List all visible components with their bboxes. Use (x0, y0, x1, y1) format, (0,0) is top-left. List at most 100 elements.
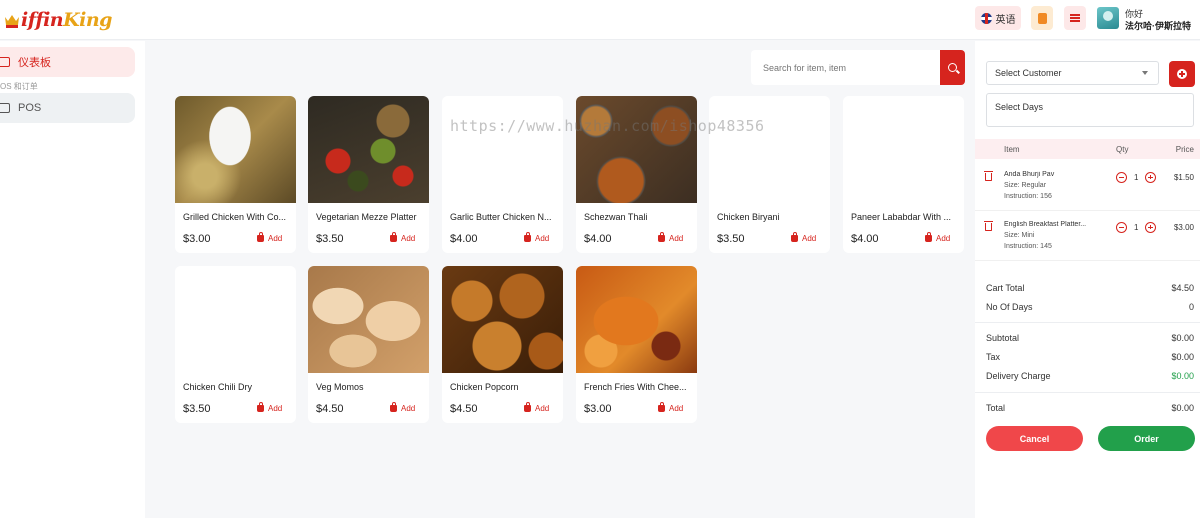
search-button[interactable] (940, 50, 965, 85)
product-name: Vegetarian Mezze Platter (316, 212, 417, 222)
watermark-text: https://www.huzhan.com/ishop48356 (450, 117, 765, 135)
language-button[interactable]: 英语 (975, 6, 1021, 30)
cart-table-header: Item Qty Price (975, 139, 1200, 159)
subtotal-line: Subtotal $0.00 (986, 333, 1194, 343)
product-image (843, 96, 964, 203)
product-name: Chicken Popcorn (450, 382, 519, 392)
basket-icon (390, 232, 397, 242)
cart-total-value: $4.50 (1171, 283, 1194, 293)
menu-button[interactable] (1064, 6, 1086, 30)
basket-icon (658, 232, 665, 242)
product-card[interactable]: Chicken Chili Dry $3.50 Add (175, 266, 296, 423)
days-count-value: 0 (1188, 302, 1194, 312)
product-image (442, 96, 563, 203)
cart-item-name: Anda Bhurji Pav (1004, 171, 1055, 178)
subtotal-value: $0.00 (1171, 333, 1194, 343)
basket-icon (658, 402, 665, 412)
product-name: Schezwan Thali (584, 212, 648, 222)
customer-select-value: Select Customer (995, 68, 1062, 78)
avatar[interactable] (1097, 7, 1119, 29)
order-button[interactable]: Order (1098, 426, 1195, 451)
product-name: Chicken Biryani (717, 212, 780, 222)
sidebar-item-pos[interactable]: POS (0, 93, 135, 123)
search-icon (948, 63, 957, 72)
increase-qty-button[interactable] (1145, 172, 1156, 183)
top-header: iffinKing 英语 你好 法尔哈·伊斯拉特 (0, 0, 1200, 40)
add-customer-button[interactable] (1169, 61, 1195, 87)
add-to-cart-button[interactable]: Add (257, 232, 282, 243)
search-input[interactable] (751, 50, 940, 85)
column-price: Price (1175, 145, 1194, 154)
product-price: $4.50 (450, 403, 478, 415)
cancel-button[interactable]: Cancel (986, 426, 1083, 451)
sidebar-section-label: OS 和订单 (0, 82, 38, 91)
user-name: 法尔哈·伊斯拉特 (1125, 21, 1191, 31)
column-qty: Qty (1116, 145, 1129, 154)
orders-button[interactable] (1031, 6, 1053, 30)
product-image (709, 96, 830, 203)
add-to-cart-button[interactable]: Add (257, 402, 282, 413)
basket-icon (390, 402, 397, 412)
trash-icon[interactable] (983, 171, 993, 181)
delivery-value: $0.00 (1171, 371, 1194, 381)
product-name: French Fries With Chee... (584, 382, 687, 392)
product-price: $3.00 (183, 233, 211, 245)
cart-item-name: English Breakfast Platter... (1004, 221, 1087, 228)
product-price: $4.00 (851, 233, 879, 245)
product-image (175, 266, 296, 373)
decrease-qty-button[interactable] (1116, 222, 1127, 233)
add-to-cart-button[interactable]: Add (925, 232, 950, 243)
sidebar-item-dashboard[interactable]: 仪表板 (0, 47, 135, 77)
tiffinking-logo[interactable]: iffinKing (4, 7, 112, 33)
cart-item-price: $1.50 (1173, 173, 1194, 182)
product-price: $3.50 (717, 233, 745, 245)
pos-icon (0, 103, 10, 113)
product-image (308, 266, 429, 373)
cart-item-row: English Breakfast Platter... Size: Mini … (975, 213, 1200, 261)
tax-line: Tax $0.00 (986, 352, 1194, 362)
plus-circle-icon (1177, 69, 1187, 79)
product-image (576, 96, 697, 203)
add-to-cart-button[interactable]: Add (390, 402, 415, 413)
product-name: Paneer Lababdar With ... (851, 212, 952, 222)
summary-divider (975, 392, 1200, 393)
increase-qty-button[interactable] (1145, 222, 1156, 233)
days-count-line: No Of Days 0 (986, 302, 1194, 312)
cart-panel: Select Customer Select Days Item Qty Pri… (975, 41, 1200, 518)
cart-item-instruction: Instruction: 156 (1004, 193, 1052, 200)
language-label: 英语 (995, 14, 1016, 26)
customer-select[interactable]: Select Customer (986, 61, 1159, 85)
add-to-cart-button[interactable]: Add (658, 402, 683, 413)
product-price: $3.00 (584, 403, 612, 415)
product-name: Veg Momos (316, 382, 364, 392)
product-card[interactable]: Chicken Popcorn $4.50 Add (442, 266, 563, 423)
basket-icon (257, 402, 264, 412)
add-to-cart-button[interactable]: Add (791, 232, 816, 243)
cart-item-instruction: Instruction: 145 (1004, 243, 1052, 250)
product-image (576, 266, 697, 373)
cart-item-price: $3.00 (1173, 223, 1194, 232)
product-image (442, 266, 563, 373)
uk-flag-icon (980, 12, 992, 24)
basket-icon (524, 402, 531, 412)
days-select[interactable]: Select Days (986, 93, 1194, 127)
product-name: Garlic Butter Chicken N... (450, 212, 552, 222)
summary-divider (975, 322, 1200, 323)
column-item: Item (1004, 145, 1020, 154)
product-card[interactable]: French Fries With Chee... $3.00 Add (576, 266, 697, 423)
total-value: $0.00 (1171, 403, 1194, 413)
basket-icon (791, 232, 798, 242)
product-card[interactable]: Vegetarian Mezze Platter $3.50 Add (308, 96, 429, 253)
decrease-qty-button[interactable] (1116, 172, 1127, 183)
add-to-cart-button[interactable]: Add (524, 232, 549, 243)
add-to-cart-button[interactable]: Add (390, 232, 415, 243)
product-card[interactable]: Veg Momos $4.50 Add (308, 266, 429, 423)
add-to-cart-button[interactable]: Add (524, 402, 549, 413)
trash-icon[interactable] (983, 221, 993, 231)
basket-icon (524, 232, 531, 242)
chevron-down-icon (1142, 71, 1148, 75)
product-card[interactable]: Paneer Lababdar With ... $4.00 Add (843, 96, 964, 253)
add-to-cart-button[interactable]: Add (658, 232, 683, 243)
product-card[interactable]: Grilled Chicken With Co... $3.00 Add (175, 96, 296, 253)
cart-item-row: Anda Bhurji Pav Size: Regular Instructio… (975, 163, 1200, 211)
